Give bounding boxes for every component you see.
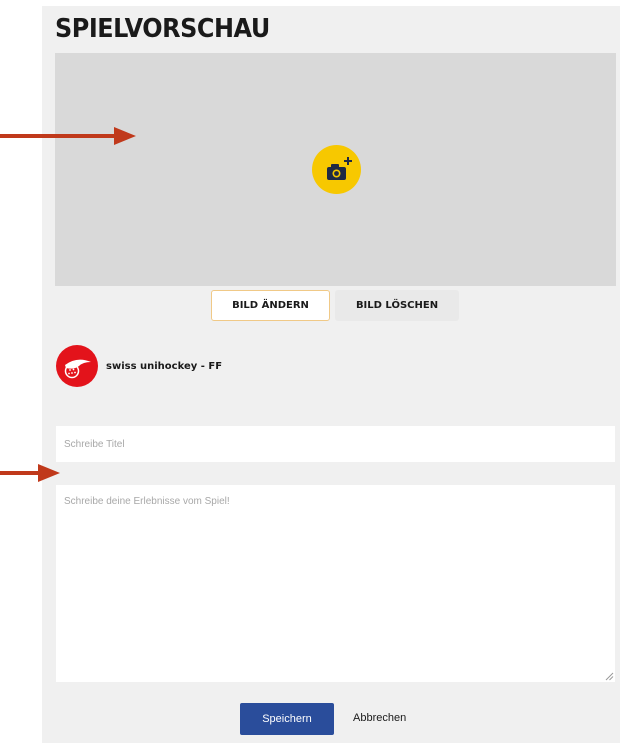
club-name: swiss unihockey - FF [106,361,223,372]
resize-handle-icon[interactable] [604,671,614,681]
story-textarea[interactable] [56,485,615,682]
avatar [56,345,98,387]
delete-image-button[interactable]: BILD LÖSCHEN [335,290,459,321]
upload-image-button[interactable] [312,145,361,194]
save-button[interactable]: Speichern [240,703,334,735]
page-title: SPIELVORSCHAU [55,14,270,44]
change-image-button[interactable]: BILD ÄNDERN [211,290,330,321]
swiss-unihockey-logo [64,359,91,379]
cancel-button[interactable]: Abbrechen [353,712,406,724]
annotation-arrow-icon [0,127,136,145]
annotation-arrow-icon [0,464,60,482]
camera-plus-icon [327,157,352,180]
title-input[interactable] [56,426,615,462]
